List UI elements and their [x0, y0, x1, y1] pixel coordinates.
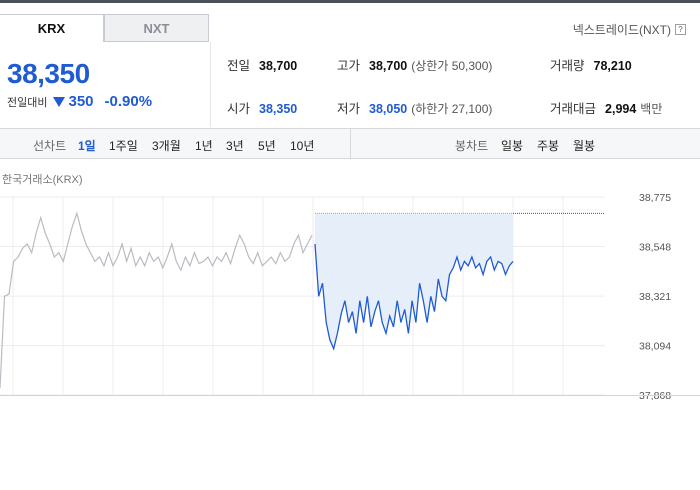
help-icon[interactable]: ? — [675, 24, 686, 35]
period-5y[interactable]: 5년 — [258, 137, 276, 154]
period-3y[interactable]: 3년 — [226, 137, 244, 154]
down-arrow-icon — [53, 96, 66, 107]
price-chart[interactable]: 38,77538,54838,32138,09437,868 — [0, 190, 700, 400]
period-weekly[interactable]: 주봉 — [537, 137, 559, 154]
series-previous-line — [0, 211, 313, 389]
period-daily[interactable]: 일봉 — [501, 137, 523, 154]
stat-label: 고가 — [337, 59, 361, 73]
stat-value: 38,700 — [369, 59, 408, 73]
change-amount: 350 — [68, 93, 94, 110]
stat-value: 38,050 — [369, 102, 408, 116]
stat-value: 2,994 — [605, 102, 637, 116]
y-tick-label: 38,094 — [639, 341, 671, 353]
stat-value: 38,350 — [259, 102, 298, 116]
price-change: 전일대비 350 -0.90% — [7, 93, 152, 110]
chart-fills — [315, 213, 513, 349]
period-10y[interactable]: 10년 — [290, 137, 314, 154]
stat-low: 저가 38,050 (하한가 27,100) — [337, 98, 492, 117]
stat-prev-close: 전일 38,700 — [227, 55, 297, 74]
candle-chart-label: 봉차트 — [455, 139, 489, 153]
upper-limit: (상한가 50,300) — [411, 59, 493, 73]
chart-period-bar: 선차트 1일 1주일 3개월 1년 3년 5년 10년 봉차트 일봉 주봉 월봉 — [0, 128, 700, 159]
today-fill — [315, 213, 513, 349]
stat-volume: 거래량 78,210 — [550, 55, 632, 74]
chart-bottom-rule — [0, 395, 700, 396]
chart-caption: 한국거래소(KRX) — [2, 174, 83, 186]
tab-krx[interactable]: KRX — [0, 14, 104, 42]
period-1d[interactable]: 1일 — [78, 137, 96, 154]
current-price: 38,350 — [7, 58, 90, 89]
tab-nxt[interactable]: NXT — [104, 14, 209, 42]
stat-value: 38,700 — [259, 59, 298, 73]
lower-limit: (하한가 27,100) — [411, 102, 493, 116]
stat-value: 78,210 — [593, 59, 632, 73]
stat-label: 거래량 — [550, 59, 585, 73]
stat-label: 저가 — [337, 102, 361, 116]
stat-label: 시가 — [227, 102, 251, 116]
period-1y[interactable]: 1년 — [195, 137, 213, 154]
stat-high: 고가 38,700 (상한가 50,300) — [337, 55, 492, 74]
period-1w[interactable]: 1주일 — [109, 137, 138, 154]
nxt-link[interactable]: 넥스트레이드(NXT) ? — [573, 21, 686, 38]
y-tick-label: 38,321 — [639, 291, 671, 303]
change-percent: -0.90% — [104, 93, 153, 110]
stat-label: 전일 — [227, 59, 251, 73]
stat-label: 거래대금 — [550, 102, 597, 116]
period-monthly[interactable]: 월봉 — [573, 137, 595, 154]
chart-grid — [0, 196, 605, 396]
nxt-link-label[interactable]: 넥스트레이드(NXT) — [573, 21, 671, 38]
y-tick-label: 38,775 — [639, 192, 671, 204]
line-chart-label: 선차트 — [33, 139, 67, 153]
y-axis-ticks: 38,77538,54838,32138,09437,868 — [639, 192, 671, 400]
period-3m[interactable]: 3개월 — [152, 137, 181, 154]
y-tick-label: 38,548 — [639, 242, 671, 254]
top-rule — [0, 0, 700, 3]
stat-open: 시가 38,350 — [227, 98, 297, 117]
amount-unit: 백만 — [640, 102, 663, 116]
change-label: 전일대비 — [7, 96, 48, 109]
divider — [210, 42, 211, 127]
period-divider — [350, 129, 351, 158]
stat-amount: 거래대금 2,994 백만 — [550, 98, 662, 117]
tab-divider — [209, 41, 700, 42]
